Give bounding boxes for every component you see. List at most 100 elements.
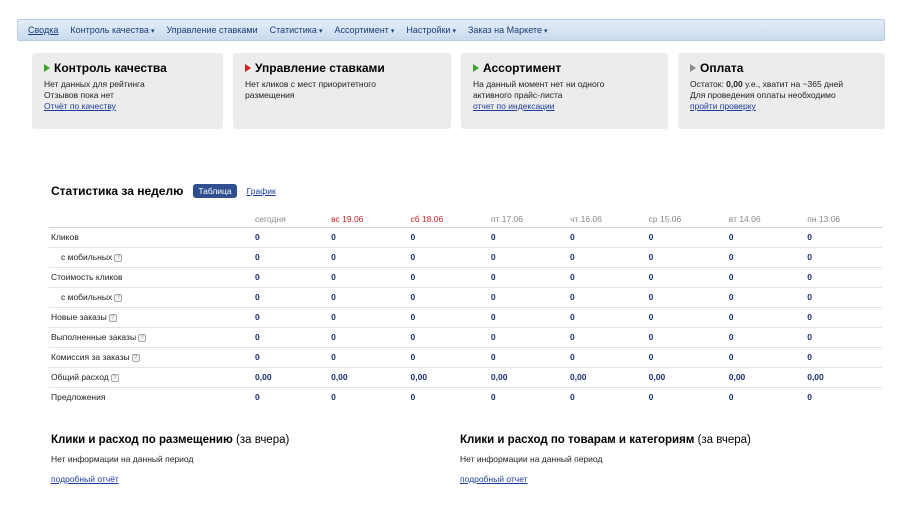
table-cell: 0 (722, 346, 802, 367)
column-header: вт 14.06 (728, 213, 761, 224)
table-cell: 0 (404, 226, 485, 247)
table-cell: 0 (484, 346, 564, 367)
table-cell: 0 (404, 266, 485, 287)
card-text: На данный момент нет ни одного (473, 79, 605, 89)
table-cell: 0 (563, 306, 643, 327)
verification-link[interactable]: пройти проверку (690, 101, 756, 112)
table-cell: 0,00 (563, 366, 643, 387)
nav-quality-control[interactable]: Контроль качества ▾ (64, 19, 160, 41)
table-cell: 0 (563, 326, 643, 347)
table-cell: 0 (249, 326, 326, 347)
table-cell: 0,00 (249, 366, 326, 387)
table-cell: 0 (801, 266, 882, 287)
indexing-report-link[interactable]: отчет по индексации (473, 101, 555, 112)
table-cell: 0 (563, 246, 643, 267)
help-icon[interactable]: ? (131, 353, 140, 362)
table-cell: 0 (722, 326, 802, 347)
section-title-text: Клики и расход по размещению (51, 434, 233, 446)
placement-section: Клики и расход по размещению (за вчера) … (51, 434, 289, 484)
table-cell: 0 (642, 226, 723, 247)
table-cell: 0 (642, 346, 723, 367)
help-icon[interactable]: ? (138, 333, 147, 342)
nav-statistics[interactable]: Статистика ▾ (264, 19, 329, 41)
table-cell: 0 (325, 386, 405, 407)
nav-market-order[interactable]: Заказ на Маркете ▾ (462, 19, 553, 41)
help-icon[interactable]: ? (110, 373, 119, 382)
table-cell: 0 (325, 306, 405, 327)
stats-header: Статистика за неделю Таблица График (51, 184, 276, 198)
card-bids: Управление ставками Нет кликов с мест пр… (233, 53, 451, 129)
placement-report-link[interactable]: подробный отчёт (51, 474, 119, 484)
table-cell: 0 (801, 286, 882, 307)
stats-table: сегодня вс 19.06 сб 18.06 пт 17.06 чт 16… (49, 211, 882, 407)
row-label: Общий расход? (49, 366, 249, 387)
table-cell: 0,00 (722, 366, 802, 387)
nav-summary[interactable]: Сводка (22, 19, 64, 41)
card-text: Для проведения оплаты необходимо (690, 90, 836, 100)
help-icon[interactable]: ? (108, 313, 117, 322)
nav-label: Ассортимент (334, 25, 389, 35)
section-subtitle: (за вчера) (697, 434, 751, 446)
tab-graph[interactable]: График (247, 186, 276, 196)
nav-label: Сводка (28, 25, 59, 35)
column-header: чт 16.06 (569, 213, 602, 224)
table-cell: 0 (484, 386, 564, 407)
stats-title: Статистика за неделю (51, 184, 184, 198)
quality-report-link[interactable]: Отчёт по качеству (44, 101, 116, 112)
column-header: сб 18.06 (410, 213, 444, 224)
table-cell: 0 (404, 386, 485, 407)
table-row: Стоимость кликов 0 0 0 0 0 0 0 0 (49, 266, 882, 287)
balance-amount: 0,00 (726, 79, 743, 89)
nav-assortment[interactable]: Ассортимент ▾ (328, 19, 400, 41)
row-label-text: Новые заказы (51, 312, 107, 322)
arrow-right-icon (473, 64, 479, 72)
table-cell: 0 (563, 286, 643, 307)
section-title-text: Клики и расход по товарам и категориям (460, 434, 695, 446)
column-header: пт 17.06 (490, 213, 524, 224)
table-cell: 0 (484, 286, 564, 307)
goods-section: Клики и расход по товарам и категориям (… (460, 434, 751, 484)
arrow-right-icon (245, 64, 251, 72)
card-text: Отзывов пока нет (44, 90, 114, 100)
section-title: Клики и расход по товарам и категориям (… (460, 434, 751, 446)
nav-bid-management[interactable]: Управление ставками (160, 19, 263, 41)
card-title: Управление ставками (245, 61, 441, 75)
card-title: Ассортимент (473, 61, 658, 75)
table-cell: 0 (801, 346, 882, 367)
row-label: Кликов (49, 226, 249, 247)
table-header-row: сегодня вс 19.06 сб 18.06 пт 17.06 чт 16… (49, 211, 882, 227)
no-data-text: Нет информации на данный период (460, 454, 603, 464)
card-payment: Оплата Остаток: 0,00 у.е., хватит на ~36… (678, 53, 885, 129)
table-cell: 0 (325, 246, 405, 267)
table-cell: 0,00 (642, 366, 723, 387)
card-text: размещения (245, 90, 295, 100)
table-cell: 0 (563, 386, 643, 407)
table-cell: 0 (249, 286, 326, 307)
table-row: Общий расход? 0,00 0,00 0,00 0,00 0,00 0,00 0,0… (49, 366, 882, 387)
help-icon[interactable]: ? (114, 293, 123, 302)
table-cell: 0,00 (325, 366, 405, 387)
table-row: Кликов 0 0 0 0 0 0 0 0 (49, 226, 882, 247)
tab-table[interactable]: Таблица (193, 184, 237, 198)
row-label: с мобильных? (49, 286, 249, 307)
table-cell: 0 (404, 306, 485, 327)
chevron-down-icon: ▾ (543, 28, 548, 35)
table-cell: 0 (722, 266, 802, 287)
section-subtitle: (за вчера) (236, 434, 290, 446)
row-label-text: Предложения (51, 392, 106, 403)
table-cell: 0 (642, 306, 723, 327)
nav-settings[interactable]: Настройки ▾ (400, 19, 462, 41)
table-row: Новые заказы? 0 0 0 0 0 0 0 0 (49, 306, 882, 327)
table-cell: 0 (563, 266, 643, 287)
card-title-text: Ассортимент (483, 61, 562, 75)
row-label-text: Общий расход (51, 372, 109, 382)
card-title: Контроль качества (44, 61, 213, 75)
help-icon[interactable]: ? (114, 253, 123, 262)
table-cell: 0 (801, 386, 882, 407)
table-cell: 0 (325, 266, 405, 287)
balance-suffix: у.е., хватит на ~365 дней (742, 79, 844, 89)
goods-report-link[interactable]: подробный отчет (460, 474, 528, 484)
table-cell: 0 (249, 266, 326, 287)
table-cell: 0 (563, 346, 643, 367)
table-cell: 0 (484, 266, 564, 287)
